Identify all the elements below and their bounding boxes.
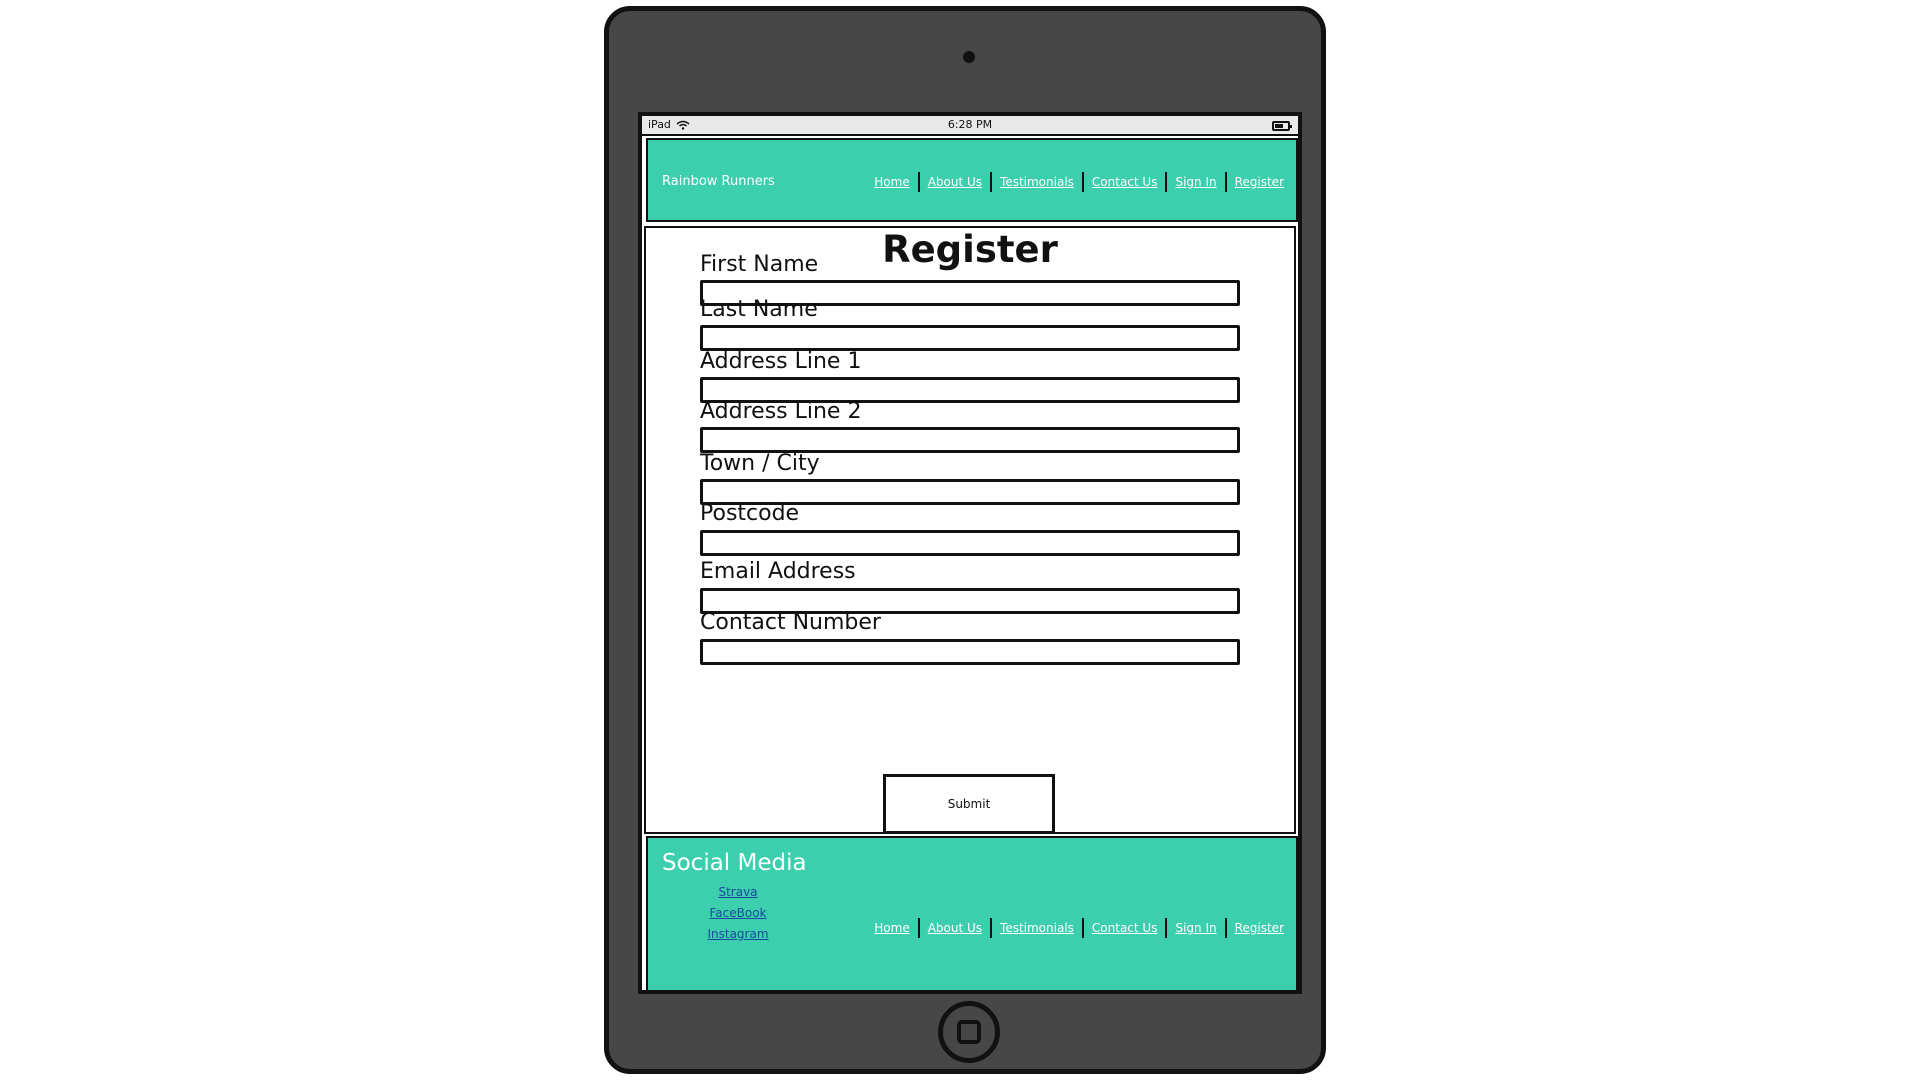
last-name-field[interactable]: [700, 325, 1240, 351]
address-line-1-label: Address Line 1: [700, 349, 862, 374]
social-links: Strava FaceBook Instagram: [698, 882, 778, 945]
social-link-facebook[interactable]: FaceBook: [698, 903, 778, 924]
header-nav: Home About Us Testimonials Contact Us Si…: [866, 172, 1292, 192]
header-nav-home[interactable]: Home: [866, 175, 917, 189]
last-name-label: Last Name: [700, 297, 818, 322]
social-link-strava[interactable]: Strava: [698, 882, 778, 903]
footer-nav-contact-us[interactable]: Contact Us: [1084, 921, 1166, 935]
header-nav-sign-in[interactable]: Sign In: [1167, 175, 1224, 189]
email-address-label: Email Address: [700, 559, 856, 584]
submit-button[interactable]: Submit: [883, 774, 1055, 834]
footer-nav-register[interactable]: Register: [1227, 921, 1292, 935]
social-media-heading: Social Media: [662, 850, 807, 876]
header-nav-about-us[interactable]: About Us: [920, 175, 990, 189]
header-nav-register[interactable]: Register: [1227, 175, 1292, 189]
first-name-label: First Name: [700, 252, 819, 277]
home-button[interactable]: [938, 1001, 1000, 1063]
brand-name: Rainbow Runners: [662, 174, 775, 189]
postcode-label: Postcode: [700, 501, 800, 526]
home-square-icon: [957, 1020, 981, 1044]
social-link-instagram[interactable]: Instagram: [698, 924, 778, 945]
camera-icon: [963, 51, 975, 63]
header-nav-contact-us[interactable]: Contact Us: [1084, 175, 1166, 189]
ipad-frame: iPad 6:28 PM Rainbow Runners Home About …: [604, 6, 1326, 1074]
address-line-2-field[interactable]: [700, 427, 1240, 453]
status-bar: iPad 6:28 PM: [642, 116, 1298, 136]
address-line-2-label: Address Line 2: [700, 399, 862, 424]
contact-number-label: Contact Number: [700, 610, 881, 635]
contact-number-field[interactable]: [700, 639, 1240, 665]
ipad-screen: iPad 6:28 PM Rainbow Runners Home About …: [638, 112, 1302, 994]
header-nav-testimonials[interactable]: Testimonials: [992, 175, 1082, 189]
register-form: Register First Name Last Name Address Li…: [644, 226, 1296, 834]
battery-icon: [1272, 121, 1292, 131]
site-header: Rainbow Runners Home About Us Testimonia…: [646, 138, 1298, 222]
footer-nav-testimonials[interactable]: Testimonials: [992, 921, 1082, 935]
town-city-label: Town / City: [700, 451, 820, 476]
footer-nav-sign-in[interactable]: Sign In: [1167, 921, 1224, 935]
site-footer: Social Media Strava FaceBook Instagram H…: [646, 836, 1298, 990]
status-time: 6:28 PM: [947, 118, 993, 131]
footer-nav-home[interactable]: Home: [866, 921, 917, 935]
footer-nav: Home About Us Testimonials Contact Us Si…: [866, 918, 1292, 938]
footer-nav-about-us[interactable]: About Us: [920, 921, 990, 935]
postcode-field[interactable]: [700, 530, 1240, 556]
